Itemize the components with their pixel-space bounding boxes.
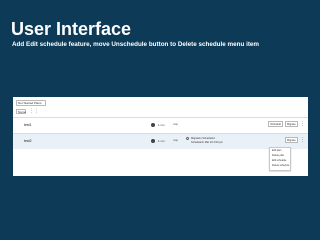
menu-item-delete-schedule[interactable]: Delete schedule [270,163,290,168]
migrate-button[interactable]: Migrate [285,137,298,143]
vm-count: 1 vm [158,139,165,143]
kebab-menu-icon[interactable]: ⋮ [300,121,305,127]
infra-mapping-label: map [173,123,179,126]
slide: User Interface Add Edit schedule feature… [0,0,320,240]
toolbar: Not Started Plans Name ⋮⋮ [16,99,305,117]
vm-icon [151,139,155,143]
name-sort-select[interactable]: Name [16,109,26,114]
scheduled-icon [186,137,189,140]
grid-view-icon[interactable]: ⋮⋮ [29,109,39,114]
slide-title: User Interface [11,19,132,39]
vm-count: 1 vm [158,123,165,127]
vm-icon [151,123,155,127]
slide-subtitle: Add Edit schedule feature, move Unschedu… [12,41,260,48]
list-item: test1 1 vm map Schedule Migrate ⋮ [13,117,308,133]
plan-name-link[interactable]: test1 [24,123,32,127]
schedule-button[interactable]: Schedule [268,121,283,127]
plan-name-link[interactable]: test2 [24,139,32,143]
infra-mapping-label: map [173,139,179,142]
kebab-menu-icon[interactable]: ⋮ [300,137,305,143]
list-item: test2 1 vm map Migration Scheduled Sched… [13,133,308,149]
schedule-status: Migration Scheduled Scheduled: Mar 10 2:… [191,137,223,144]
migrate-button[interactable]: Migrate [285,121,298,127]
plan-list: test1 1 vm map Schedule Migrate ⋮ test2 … [13,117,308,149]
plan-filter-dropdown[interactable]: Not Started Plans [16,100,46,106]
ui-screenshot-panel: Not Started Plans Name ⋮⋮ test1 1 vm map… [13,97,308,176]
row-actions-menu: Edit plan Delete plan Edit schedule Dele… [269,147,291,171]
schedule-status-time: Scheduled: Mar 10 2:00 pm [191,140,223,144]
